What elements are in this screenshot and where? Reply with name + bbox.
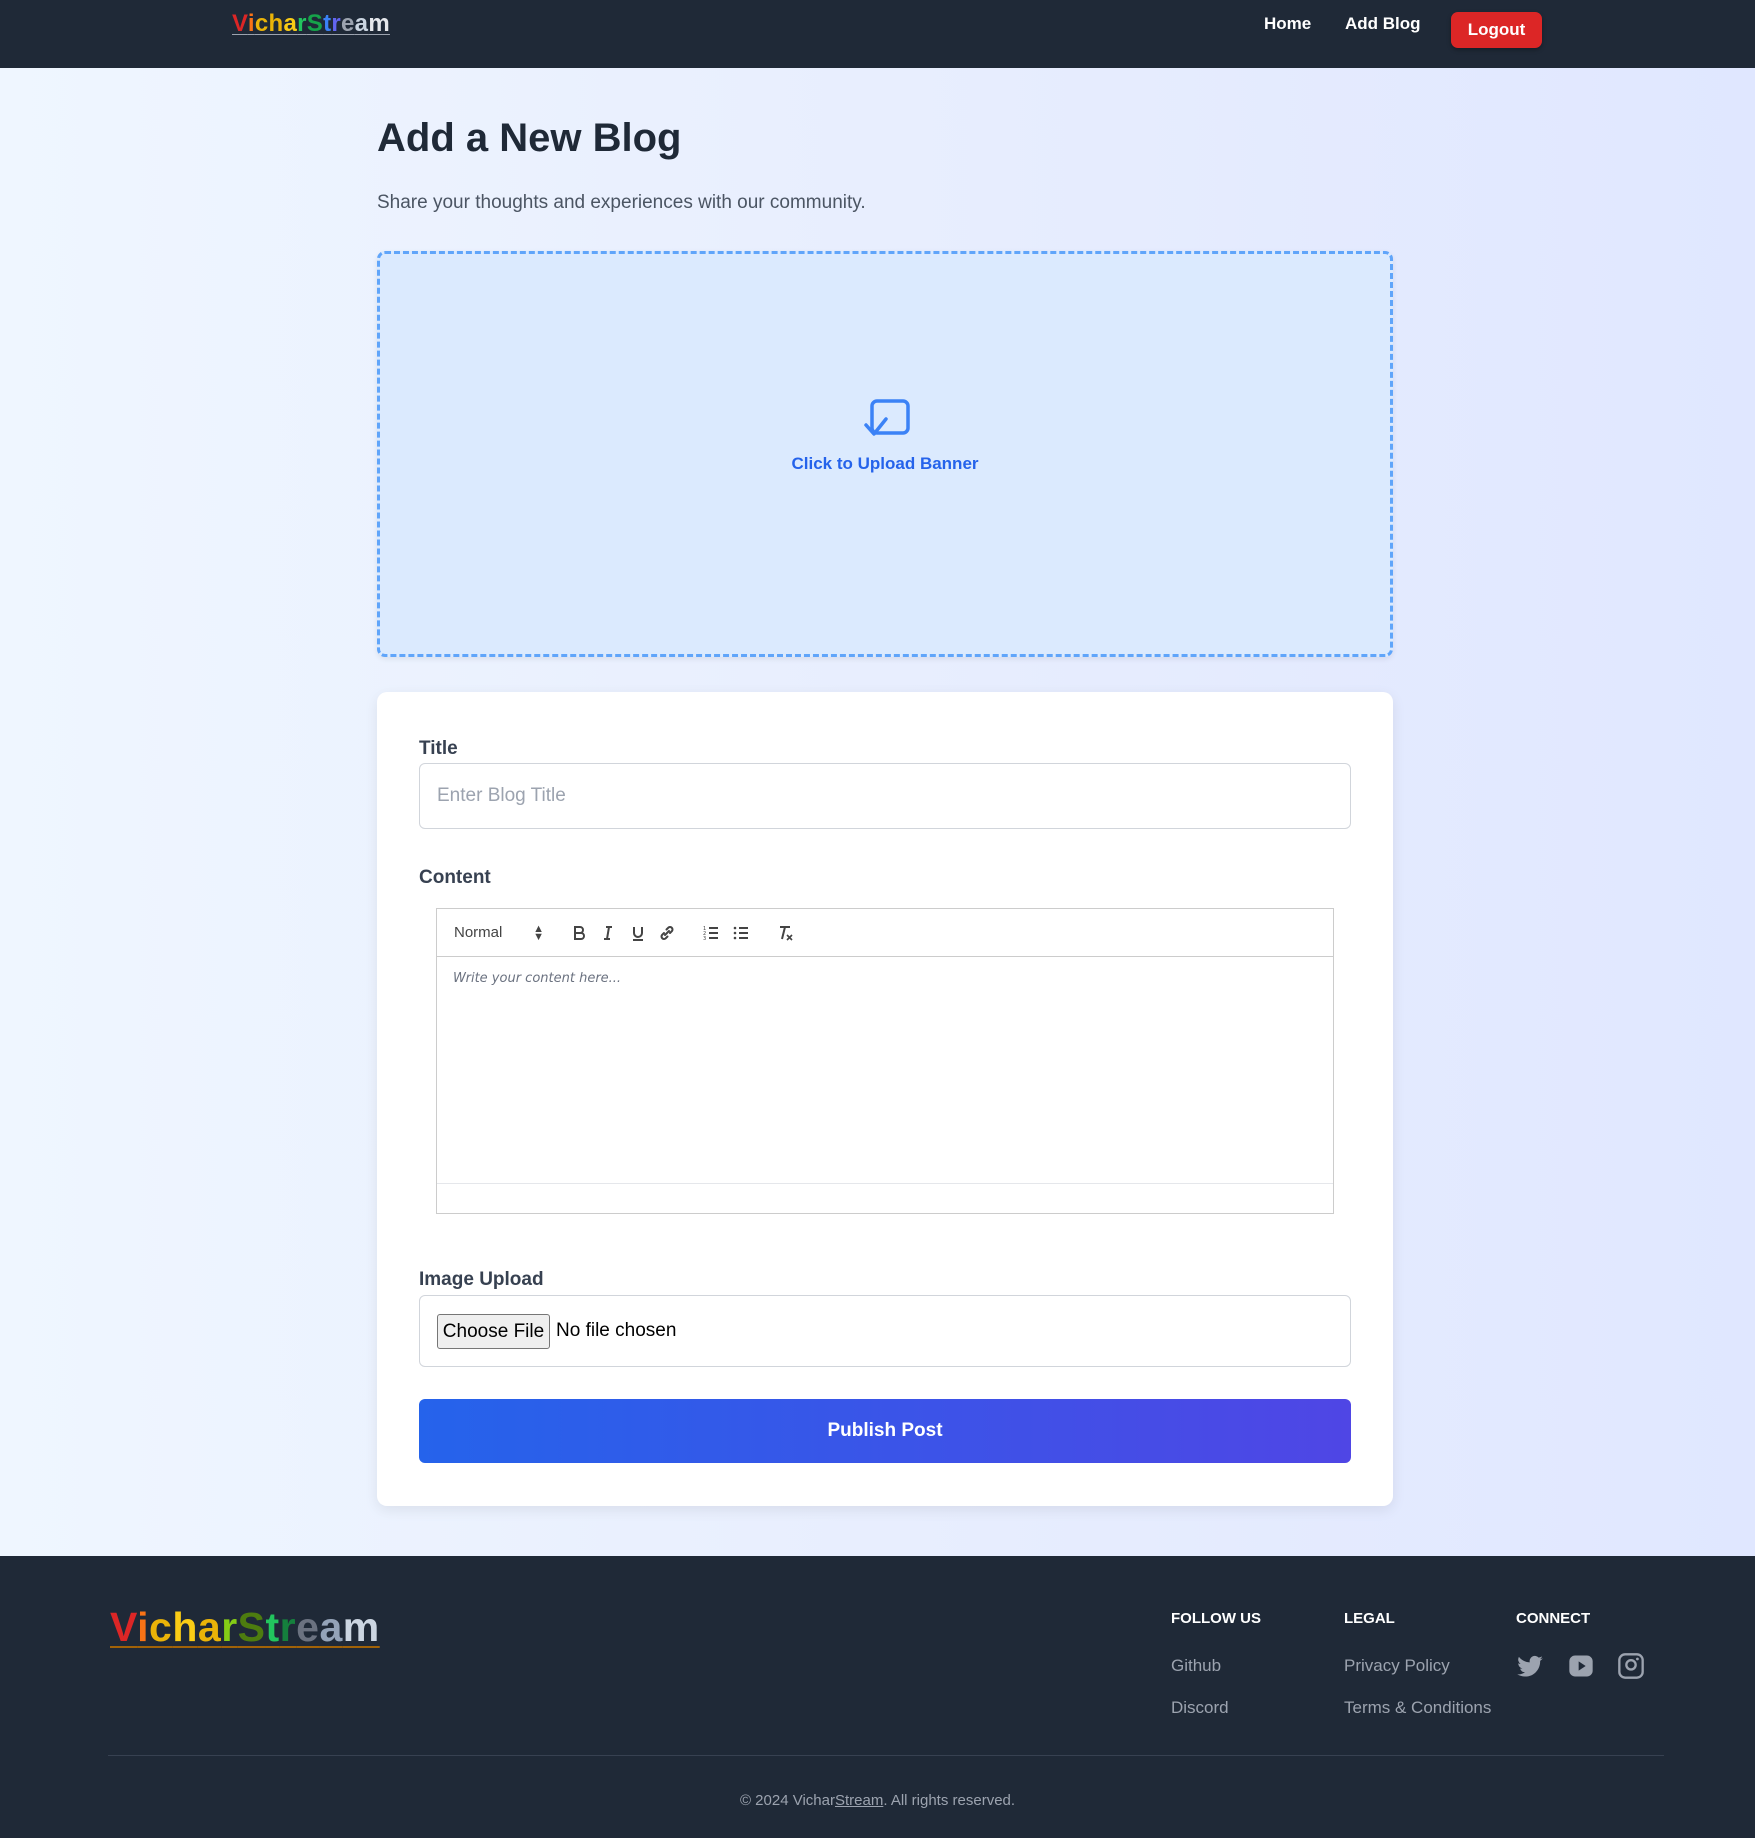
title-label: Title [419,738,458,759]
navbar: VicharStream Home Add Blog Logout [0,0,1755,68]
underline-icon[interactable] [626,921,650,945]
select-arrows-icon: ▲ ▼ [533,923,544,943]
footer-link-discord[interactable]: Discord [1171,1698,1229,1718]
copyright-suffix: . All rights reserved. [883,1792,1016,1809]
logo-letter: m [342,1604,380,1650]
twitter-icon[interactable] [1516,1652,1544,1680]
logo-letter: h [172,1604,198,1650]
ordered-list-icon[interactable]: 123 [699,921,723,945]
banner-upload-area[interactable]: Click to Upload Banner [377,251,1393,657]
logo-letter: t [265,1604,280,1650]
logo-letter: e [296,1604,320,1650]
footer: VicharStream FOLLOW US Github Discord LE… [0,1556,1755,1838]
logo-letter: i [137,1604,150,1650]
upload-image-icon [864,399,910,436]
logo-letter: h [268,10,284,37]
footer-link-privacy-policy[interactable]: Privacy Policy [1344,1656,1450,1676]
rich-text-editor: Normal ▲ ▼ 123 Write your content here..… [436,908,1334,1214]
logo-letter: V [110,1604,138,1650]
editor-toolbar: Normal ▲ ▼ 123 [437,909,1333,957]
logo-letter: a [319,1604,343,1650]
logo-letter: S [237,1604,266,1650]
logo-letter: c [149,1604,173,1650]
page-subtitle: Share your thoughts and experiences with… [377,192,866,213]
content-label: Content [419,867,491,888]
youtube-icon[interactable] [1567,1652,1595,1680]
logo-letter: e [341,10,355,37]
footer-heading-legal: LEGAL [1344,1610,1395,1627]
logo-letter: a [283,10,298,37]
format-select[interactable]: Normal ▲ ▼ [454,924,544,944]
copyright-brand-link[interactable]: Stream [835,1792,883,1809]
link-icon[interactable] [655,921,679,945]
bullet-list-icon[interactable] [729,921,753,945]
file-status-text: No file chosen [556,1320,677,1341]
footer-link-terms[interactable]: Terms & Conditions [1344,1698,1491,1718]
nav-link-home[interactable]: Home [1264,14,1311,34]
logo-letter: S [306,10,324,37]
copyright-prefix: © 2024 Vichar [739,1792,835,1809]
svg-text:3: 3 [703,936,706,942]
logo-letter: a [197,1604,222,1650]
footer-divider [108,1755,1664,1756]
upload-banner-label: Click to Upload Banner [791,454,979,473]
editor-footer [437,1183,1333,1213]
logo-letter: m [368,10,390,37]
blog-form-card: Title Content Normal ▲▼ 123 [377,692,1393,1506]
logo-letter: c [254,10,269,37]
choose-file-button[interactable]: Choose File [437,1314,550,1349]
footer-heading-follow-us: FOLLOW US [1171,1610,1261,1627]
title-input[interactable] [419,763,1351,829]
image-upload-label: Image Upload [419,1269,544,1290]
nav-link-add-blog[interactable]: Add Blog [1345,14,1421,34]
logo-letter: V [232,10,248,37]
logo-letter: r [331,10,342,37]
copyright-text: © 2024 VicharStream. All rights reserved… [0,1792,1755,1809]
footer-brand-logo[interactable]: VicharStream [110,1604,380,1651]
bold-icon[interactable] [567,921,591,945]
publish-post-button[interactable]: Publish Post [419,1399,1351,1463]
instagram-icon[interactable] [1617,1652,1645,1680]
logo-letter: i [247,10,255,37]
footer-link-github[interactable]: Github [1171,1656,1221,1676]
page-title: Add a New Blog [377,116,682,160]
logo-letter: r [297,10,307,37]
logo-letter: r [221,1604,238,1650]
logout-button[interactable]: Logout [1451,12,1542,48]
logo-letter: a [354,10,369,37]
format-select-value: Normal [454,924,503,941]
image-upload-field: Choose File No file chosen [419,1295,1351,1367]
brand-logo[interactable]: VicharStream [232,10,390,38]
clear-format-icon[interactable] [773,921,797,945]
italic-icon[interactable] [596,921,620,945]
logo-letter: r [279,1604,297,1650]
footer-heading-connect: CONNECT [1516,1610,1591,1627]
